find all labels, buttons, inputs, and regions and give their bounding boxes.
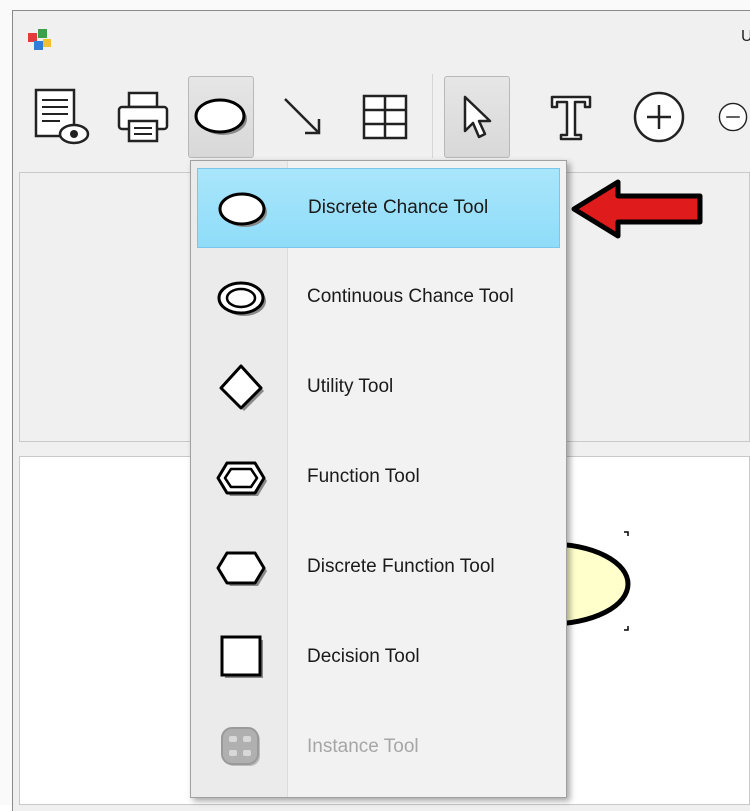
red-annotation-arrow bbox=[571, 179, 703, 239]
ellipse-icon bbox=[194, 98, 247, 135]
menu-item-decision-tool[interactable]: Decision Tool bbox=[197, 618, 560, 698]
toolbar-separator bbox=[432, 74, 433, 158]
menu-item-label: Instance Tool bbox=[307, 736, 419, 757]
text-tool-button[interactable] bbox=[538, 76, 604, 158]
chance-node-tool-button[interactable] bbox=[188, 76, 254, 158]
hexagon-icon bbox=[216, 551, 267, 586]
square-icon bbox=[220, 635, 263, 678]
view-report-button[interactable] bbox=[28, 76, 94, 158]
menu-item-utility-tool[interactable]: Utility Tool bbox=[197, 348, 560, 428]
zoom-out-icon bbox=[718, 102, 748, 132]
menu-item-label: Function Tool bbox=[307, 466, 420, 487]
app-icon[interactable] bbox=[26, 27, 54, 55]
menu-item-instance-tool[interactable]: Instance Tool bbox=[197, 708, 560, 788]
menu-item-continuous-chance-tool[interactable]: Continuous Chance Tool bbox=[197, 258, 560, 338]
zoom-in-icon bbox=[633, 91, 685, 143]
zoom-in-button[interactable] bbox=[626, 76, 692, 158]
menu-item-discrete-function-tool[interactable]: Discrete Function Tool bbox=[197, 528, 560, 608]
menu-item-label: Continuous Chance Tool bbox=[307, 286, 514, 307]
menu-item-label: Utility Tool bbox=[307, 376, 394, 397]
print-button[interactable] bbox=[110, 76, 176, 158]
menu-item-label: Decision Tool bbox=[307, 646, 420, 667]
zoom-out-button[interactable] bbox=[716, 76, 750, 158]
arrow-diagonal-icon bbox=[284, 98, 321, 135]
window-title: U bbox=[741, 28, 750, 45]
node-tool-dropdown: Discrete Chance Tool Continuous Chance T… bbox=[190, 160, 567, 798]
double-hexagon-icon bbox=[216, 461, 267, 496]
diamond-icon bbox=[219, 364, 264, 411]
menu-item-label: Discrete Chance Tool bbox=[308, 197, 489, 218]
screen-edge-top bbox=[0, 0, 750, 10]
table-grid-icon bbox=[362, 94, 408, 140]
double-ellipse-icon bbox=[217, 281, 266, 316]
cursor-arrow-icon bbox=[463, 95, 492, 139]
printer-icon bbox=[117, 91, 169, 143]
menu-item-label: Discrete Function Tool bbox=[307, 556, 495, 577]
arc-tool-button[interactable] bbox=[270, 76, 336, 158]
table-tool-button[interactable] bbox=[352, 76, 418, 158]
menu-item-discrete-chance-tool[interactable]: Discrete Chance Tool bbox=[197, 168, 560, 248]
ellipse-icon bbox=[218, 192, 267, 227]
select-tool-button[interactable] bbox=[444, 76, 510, 158]
screen-edge bbox=[0, 0, 12, 805]
text-t-icon bbox=[550, 95, 592, 141]
menu-item-function-tool[interactable]: Function Tool bbox=[197, 438, 560, 518]
title-bar bbox=[13, 11, 750, 61]
report-view-icon bbox=[34, 88, 90, 145]
instance-icon bbox=[221, 727, 260, 766]
